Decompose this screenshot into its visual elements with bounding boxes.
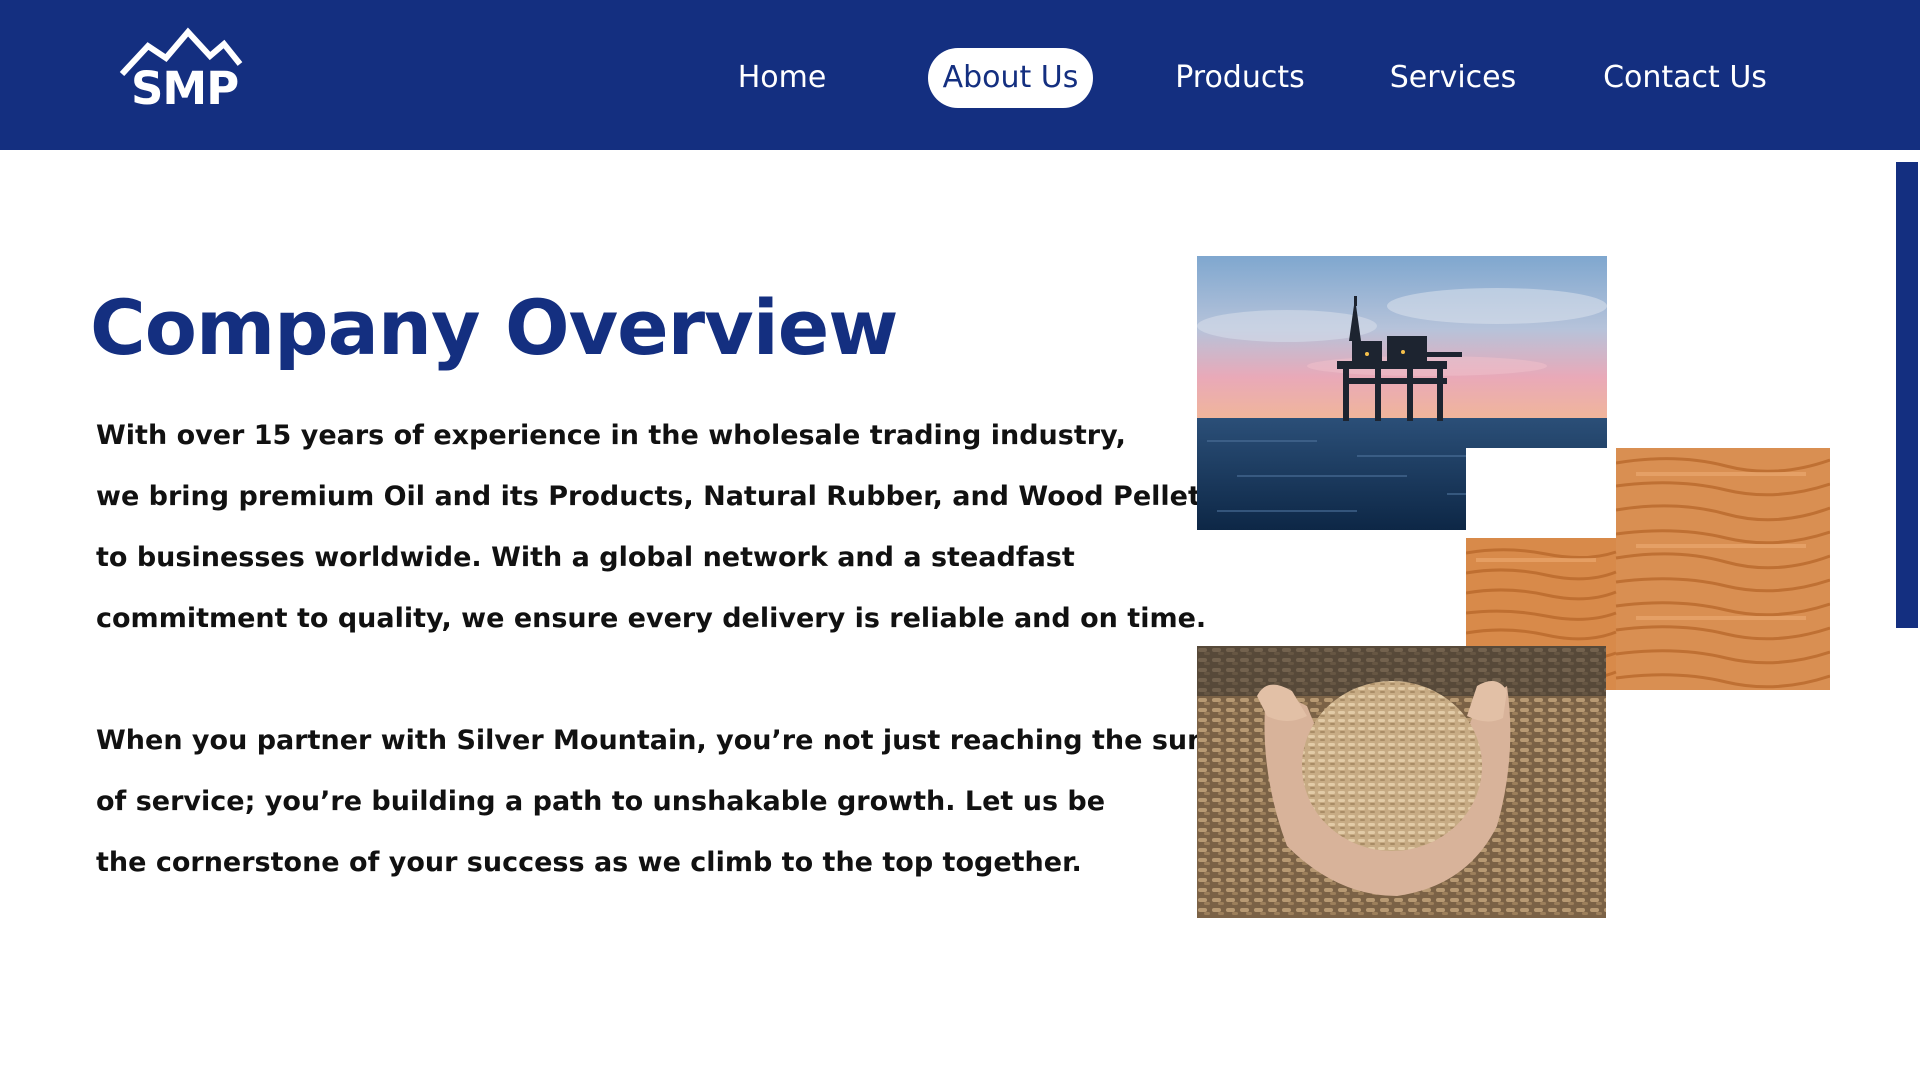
main-nav: Home About Us Products Services Contact …: [0, 48, 1920, 108]
page-title: Company Overview: [90, 283, 898, 372]
top-navigation-bar: SMP Home About Us Products Services Cont…: [0, 0, 1920, 150]
nav-home[interactable]: Home: [712, 48, 852, 108]
nav-contact-us[interactable]: Contact Us: [1590, 48, 1780, 108]
paragraph-1-line: With over 15 years of experience in the …: [96, 420, 1126, 451]
paragraph-1-line: we bring premium Oil and its Products, N…: [96, 481, 1217, 512]
nav-products[interactable]: Products: [1160, 48, 1320, 108]
wood-pellets-image: [1197, 646, 1606, 918]
nav-about-us[interactable]: About Us: [928, 48, 1093, 108]
paragraph-2-line: of service; you’re building a path to un…: [96, 786, 1106, 817]
paragraph-2-line: the cornerstone of your success as we cl…: [96, 847, 1082, 878]
overview-text: With over 15 years of experience in the …: [96, 405, 1266, 893]
paragraph-1-line: commitment to quality, we ensure every d…: [96, 603, 1207, 634]
paragraph-2-line: When you partner with Silver Mountain, y…: [96, 725, 1266, 756]
scrollbar[interactable]: [1896, 162, 1918, 628]
nav-services[interactable]: Services: [1378, 48, 1528, 108]
paragraph-1-line: to businesses worldwide. With a global n…: [96, 542, 1075, 573]
